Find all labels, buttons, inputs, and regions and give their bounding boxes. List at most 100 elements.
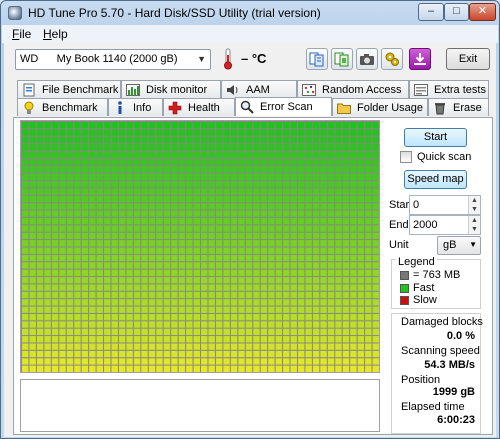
scan-block <box>357 166 365 173</box>
scan-block <box>357 240 365 247</box>
tab-file-benchmark[interactable]: File Benchmark <box>17 80 121 98</box>
scan-block <box>320 166 327 173</box>
scan-block <box>96 247 104 254</box>
scan-block <box>126 336 133 343</box>
scan-block <box>22 313 29 321</box>
scan-block <box>268 158 275 166</box>
scan-block <box>260 195 268 203</box>
copy-text-button[interactable] <box>306 48 328 70</box>
menu-help[interactable]: Help <box>43 27 68 41</box>
scan-block <box>66 181 74 188</box>
scan-block <box>320 240 327 247</box>
tab-folder-usage[interactable]: Folder Usage <box>332 98 428 116</box>
scan-block <box>81 232 89 240</box>
copy-screenshot-button[interactable] <box>331 48 353 70</box>
screenshot-button[interactable] <box>356 48 378 70</box>
start-field[interactable]: 0 ▲ ▼ <box>409 195 481 215</box>
save-button[interactable] <box>409 48 431 70</box>
scan-block <box>193 181 200 188</box>
scan-block <box>22 158 29 166</box>
close-button[interactable]: ✕ <box>469 3 496 21</box>
tab-disk-monitor[interactable]: Disk monitor <box>121 80 221 98</box>
scan-block <box>223 350 230 358</box>
scan-block <box>312 166 320 173</box>
scan-block <box>148 217 156 225</box>
scan-block <box>335 284 342 291</box>
scan-block <box>245 365 253 372</box>
tab-aam[interactable]: AAM <box>221 80 297 98</box>
scan-block <box>178 232 186 240</box>
scan-block <box>350 151 357 158</box>
scan-block <box>178 358 186 365</box>
scan-block <box>297 232 305 240</box>
tab-info[interactable]: Info <box>108 98 163 116</box>
tab-label: Health <box>188 101 220 114</box>
scan-block <box>118 247 126 254</box>
quick-scan-checkbox[interactable] <box>400 151 412 163</box>
scan-block <box>305 166 312 173</box>
start-scan-button[interactable]: Start <box>404 128 467 147</box>
scan-block <box>133 350 141 358</box>
scan-block <box>223 188 230 195</box>
scan-block <box>253 210 260 217</box>
scan-block <box>238 328 245 336</box>
tab-random-access[interactable]: Random Access <box>297 80 409 98</box>
scan-block <box>201 173 208 181</box>
quick-scan-label: Quick scan <box>417 151 472 163</box>
scan-block <box>335 195 342 203</box>
scan-block <box>305 181 312 188</box>
scan-block <box>372 151 379 158</box>
scan-block <box>96 217 104 225</box>
scan-block <box>163 144 171 151</box>
menu-file[interactable]: File <box>12 27 31 41</box>
scan-block <box>223 358 230 365</box>
scan-block <box>342 247 350 254</box>
scan-block <box>238 291 245 299</box>
scan-block <box>186 158 193 166</box>
scan-block <box>335 350 342 358</box>
scan-block <box>357 306 365 313</box>
scan-block <box>320 195 327 203</box>
scan-block <box>104 122 111 129</box>
exit-button[interactable]: Exit <box>446 48 490 70</box>
scan-block <box>305 277 312 284</box>
scan-block <box>201 328 208 336</box>
scan-block <box>275 291 283 299</box>
scan-block <box>312 321 320 328</box>
scan-block <box>357 328 365 336</box>
unit-select[interactable]: gB ▼ <box>437 236 481 255</box>
scan-block <box>260 122 268 129</box>
scan-block <box>29 144 36 151</box>
minimize-button[interactable]: – <box>418 3 444 21</box>
scan-block <box>320 350 327 358</box>
speed-map-button[interactable]: Speed map <box>404 170 467 189</box>
tab-health[interactable]: Health <box>163 98 235 116</box>
scan-block <box>156 151 163 158</box>
scan-block <box>260 254 268 262</box>
scan-block <box>74 188 81 195</box>
scan-block <box>81 225 89 232</box>
scan-block <box>372 144 379 151</box>
scan-block <box>215 166 223 173</box>
scan-block <box>245 284 253 291</box>
tab-benchmark[interactable]: Benchmark <box>17 98 108 116</box>
drive-select[interactable]: WD My Book 1140 (2000 gB) ▼ <box>15 49 211 70</box>
maximize-button[interactable]: □ <box>444 3 469 21</box>
spin-arrows-icon[interactable]: ▲ ▼ <box>468 196 480 214</box>
spin-arrows-icon[interactable]: ▲ ▼ <box>468 216 480 234</box>
title-bar[interactable]: HD Tune Pro 5.70 - Hard Disk/SSD Utility… <box>1 1 499 25</box>
tab-error-scan[interactable]: Error Scan <box>235 97 332 116</box>
scan-block <box>193 225 200 232</box>
scan-block <box>133 291 141 299</box>
tab-erase[interactable]: Erase <box>428 98 489 116</box>
scan-block <box>141 284 148 291</box>
end-field[interactable]: 2000 ▲ ▼ <box>409 215 481 235</box>
scan-block <box>297 144 305 151</box>
scan-block <box>193 299 200 306</box>
scan-block <box>133 254 141 262</box>
tab-extra-tests[interactable]: Extra tests <box>409 80 489 98</box>
options-button[interactable] <box>381 48 403 70</box>
scan-block <box>350 210 357 217</box>
scan-block <box>44 158 51 166</box>
scan-block <box>320 358 327 365</box>
